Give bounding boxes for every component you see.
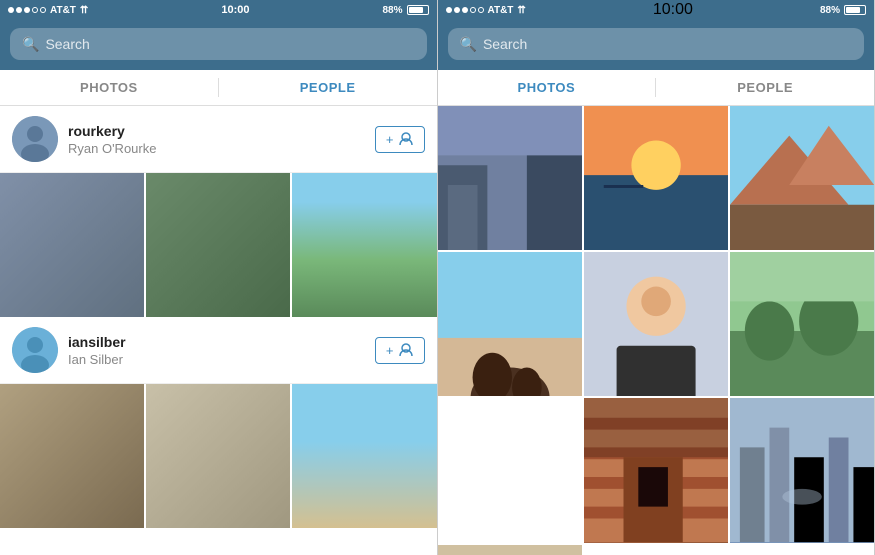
- photo-cityscape-svg: [730, 398, 874, 542]
- dot5: [40, 7, 46, 13]
- username-rourkery: rourkery: [68, 123, 375, 139]
- status-right-left: 88%: [382, 5, 428, 16]
- battery-icon-right: [844, 5, 866, 15]
- search-bar-right[interactable]: 🔍 Search: [448, 28, 865, 60]
- battery-icon-left: [407, 5, 429, 15]
- battery-fill-left: [409, 7, 423, 13]
- photo-mountain[interactable]: [730, 106, 874, 250]
- photo-urban[interactable]: [438, 106, 582, 250]
- status-left: AT&T ⇈: [8, 5, 88, 16]
- photo-brick-svg: [584, 398, 728, 542]
- person-info-iansilber: iansilber Ian Silber: [68, 334, 375, 367]
- photo-frenchbulldog-svg: [438, 545, 582, 555]
- search-placeholder-right: Search: [483, 36, 527, 52]
- photo-cell-steps[interactable]: [0, 173, 144, 317]
- photo-dog-large[interactable]: [438, 252, 582, 396]
- rdot1: [446, 7, 452, 13]
- carrier-left: AT&T: [50, 5, 76, 16]
- fullname-iansilber: Ian Silber: [68, 352, 375, 367]
- photo-sunset-svg: [584, 106, 728, 250]
- tab-photos-left[interactable]: PHOTOS: [0, 70, 218, 105]
- avatar-svg-iansilber: [12, 327, 58, 373]
- battery-pct-right: 88%: [820, 5, 840, 16]
- follow-person-icon-iansilber: [398, 343, 414, 357]
- tabs-left: PHOTOS PEOPLE: [0, 70, 437, 106]
- dot1: [8, 7, 14, 13]
- tab-people-right[interactable]: PEOPLE: [656, 70, 874, 105]
- avatar-rourkery: [12, 116, 58, 162]
- search-icon-left: 🔍: [22, 36, 39, 53]
- search-placeholder-left: Search: [45, 36, 89, 52]
- follow-btn-iansilber[interactable]: +: [375, 337, 425, 364]
- follow-plus-iansilber: +: [386, 343, 394, 358]
- dot3: [24, 7, 30, 13]
- people-content-left: rourkery Ryan O'Rourke +: [0, 106, 437, 555]
- photo-frenchbulldog[interactable]: [438, 545, 582, 555]
- person-row-rourkery: rourkery Ryan O'Rourke +: [0, 106, 437, 173]
- avatar-circle-iansilber: [12, 327, 58, 373]
- rdot4: [470, 7, 476, 13]
- photo-cell-beach[interactable]: [292, 384, 436, 528]
- search-icon-right: 🔍: [460, 36, 477, 53]
- status-bar-left: AT&T ⇈ 10:00 88%: [0, 0, 437, 20]
- status-bar-right: AT&T ⇈ 10:00 88%: [438, 0, 875, 20]
- carrier-right: AT&T: [488, 5, 514, 16]
- photo-cell-hiking[interactable]: [292, 173, 436, 317]
- photos-content-right: [438, 106, 875, 555]
- photo-grid-rourkery: [0, 173, 437, 317]
- photos-grid-right: [438, 106, 875, 555]
- signal-dots: [8, 7, 46, 13]
- tab-photos-right[interactable]: PHOTOS: [438, 70, 656, 105]
- right-phone-panel: AT&T ⇈ 10:00 88% 🔍 Search PHOTOS PEOPLE: [438, 0, 875, 555]
- person-row-iansilber: iansilber Ian Silber +: [0, 317, 437, 384]
- photo-cell-house[interactable]: [0, 384, 144, 528]
- wifi-icon-right: ⇈: [517, 5, 525, 16]
- time-left: 10:00: [88, 4, 382, 16]
- rdot2: [454, 7, 460, 13]
- tabs-right: PHOTOS PEOPLE: [438, 70, 875, 106]
- fullname-rourkery: Ryan O'Rourke: [68, 141, 375, 156]
- status-right-right: 88%: [820, 5, 866, 16]
- search-bar-left[interactable]: 🔍 Search: [10, 28, 427, 60]
- photo-mountain-svg: [730, 106, 874, 250]
- rdot3: [462, 7, 468, 13]
- left-phone-panel: AT&T ⇈ 10:00 88% 🔍 Search PHOTOS PEOPLE: [0, 0, 438, 555]
- photo-park[interactable]: [730, 252, 874, 396]
- signal-dots-right: [446, 7, 484, 13]
- username-iansilber: iansilber: [68, 334, 375, 350]
- status-left-right: AT&T ⇈: [446, 5, 526, 16]
- photo-portrait[interactable]: [584, 252, 728, 396]
- avatar-iansilber: [12, 327, 58, 373]
- follow-person-icon-rourkery: [398, 132, 414, 146]
- photo-park-svg: [730, 252, 874, 396]
- photo-portrait-svg: [584, 252, 728, 396]
- photo-brick[interactable]: [584, 398, 728, 542]
- photo-cityscape[interactable]: [730, 398, 874, 542]
- photo-cell-highway[interactable]: [146, 384, 290, 528]
- photo-dog-svg: [438, 252, 582, 396]
- rdot5: [478, 7, 484, 13]
- follow-btn-rourkery[interactable]: +: [375, 126, 425, 153]
- search-bar-area-left[interactable]: 🔍 Search: [0, 20, 437, 70]
- person-info-rourkery: rourkery Ryan O'Rourke: [68, 123, 375, 156]
- tab-people-left[interactable]: PEOPLE: [219, 70, 437, 105]
- photo-sunset[interactable]: [584, 106, 728, 250]
- avatar-circle-rourkery: [12, 116, 58, 162]
- battery-pct-left: 88%: [382, 5, 402, 16]
- search-bar-area-right[interactable]: 🔍 Search: [438, 20, 875, 70]
- dot2: [16, 7, 22, 13]
- follow-plus-rourkery: +: [386, 132, 394, 147]
- avatar-svg-rourkery: [12, 116, 58, 162]
- photo-urban-svg: [438, 106, 582, 250]
- photo-grid-iansilber: [0, 384, 437, 528]
- wifi-icon-left: ⇈: [80, 5, 88, 16]
- dot4: [32, 7, 38, 13]
- time-right: 10:00: [526, 1, 820, 19]
- photo-cell-frame[interactable]: [146, 173, 290, 317]
- battery-fill-right: [846, 7, 860, 13]
